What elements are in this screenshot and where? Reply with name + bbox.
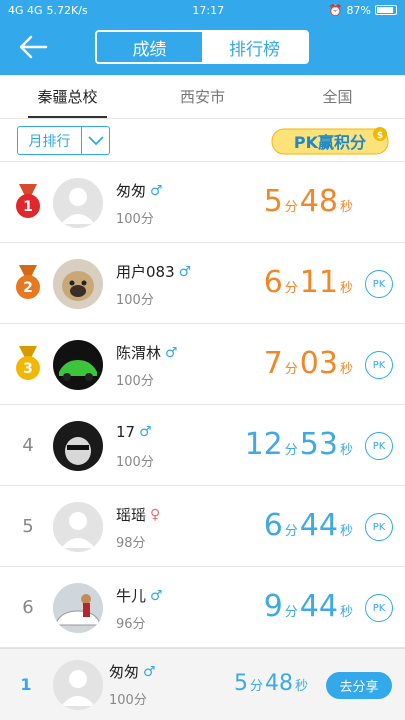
- battery-percent: 87%: [346, 3, 371, 17]
- leaderboard-row[interactable]: 6 牛儿 ♂ 96分 9 分 44 秒 PK: [0, 567, 405, 648]
- svg-text:3: 3: [23, 361, 33, 377]
- my-name: 匆匆: [109, 663, 140, 681]
- pk-button[interactable]: PK: [365, 351, 393, 379]
- male-icon: ♂: [139, 424, 152, 440]
- svg-text:PK赢积分: PK赢积分: [294, 133, 366, 152]
- completion-time: 7 分 03 秒: [263, 346, 353, 381]
- leaderboard-row[interactable]: 2 用户083 ♂ 100分 6 分 11 秒 PK: [0, 243, 405, 324]
- gold-medal-icon: 3: [10, 324, 46, 404]
- female-icon: ♀: [150, 506, 161, 523]
- avatar: [53, 340, 103, 390]
- svg-text:1: 1: [23, 199, 33, 215]
- pk-win-points-badge[interactable]: PK赢积分 $: [270, 124, 392, 158]
- tab-school[interactable]: 秦疆总校: [0, 75, 135, 118]
- user-name: 17: [116, 423, 136, 441]
- pk-button[interactable]: PK: [365, 513, 393, 541]
- user-score: 100分: [116, 212, 154, 227]
- male-icon: ♂: [143, 663, 156, 680]
- avatar: [53, 583, 103, 633]
- rank-number: 5: [22, 515, 34, 537]
- user-name: 牛儿: [116, 587, 147, 605]
- app-header: 成绩 排行榜: [0, 20, 405, 75]
- leaderboard-list: 1 匆匆 ♂ 100分 5 分 48 秒 2 用户083 ♂ 100分 6 分 11 秒 PK: [0, 162, 405, 648]
- my-completion-time: 5 分 48 秒: [233, 671, 308, 696]
- male-icon: ♂: [178, 263, 192, 280]
- svg-text:$: $: [377, 131, 383, 141]
- avatar: [53, 178, 103, 228]
- user-name: 用户083: [116, 263, 175, 281]
- alarm-icon: ⏰: [328, 3, 343, 17]
- pk-button[interactable]: PK: [365, 432, 393, 460]
- my-rank-number: 1: [20, 675, 32, 694]
- rank-number: 6: [22, 596, 34, 618]
- completion-time: 9 分 44 秒: [263, 589, 353, 624]
- user-score: 98分: [116, 536, 146, 551]
- completion-time: 6 分 11 秒: [263, 265, 353, 300]
- segment-leaderboard[interactable]: 排行榜: [202, 32, 307, 62]
- avatar: [53, 660, 103, 710]
- battery-icon: [375, 5, 397, 15]
- chevron-down-icon: [81, 127, 109, 154]
- avatar: [53, 502, 103, 552]
- user-name: 陈渭林: [116, 344, 162, 362]
- user-score: 100分: [116, 293, 154, 308]
- completion-time: 12 分 53 秒: [244, 427, 353, 462]
- rank-number: 4: [22, 434, 34, 456]
- my-score: 100分: [109, 693, 147, 708]
- leaderboard-row[interactable]: 4 17 ♂ 100分 12 分 53 秒 PK: [0, 405, 405, 486]
- pk-button[interactable]: PK: [365, 270, 393, 298]
- completion-time: 6 分 44 秒: [263, 508, 353, 543]
- user-score: 96分: [116, 617, 146, 632]
- user-score: 100分: [116, 374, 154, 389]
- filter-bar: 月排行 PK赢积分 $: [0, 119, 405, 162]
- share-button[interactable]: 去分享: [326, 672, 392, 699]
- scope-tabs: 秦疆总校 西安市 全国: [0, 75, 405, 119]
- user-score: 100分: [116, 455, 154, 470]
- my-ranking-footer: 1 匆匆 ♂ 100分 5 分 48 秒 去分享: [0, 648, 405, 720]
- leaderboard-row[interactable]: 3 陈渭林 ♂ 100分 7 分 03 秒 PK: [0, 324, 405, 405]
- network-indicator: 4G 4G: [8, 3, 43, 17]
- segment-scores[interactable]: 成绩: [97, 32, 202, 62]
- svg-text:2: 2: [23, 280, 33, 296]
- segmented-control: 成绩 排行榜: [95, 30, 309, 64]
- user-name: 瑶瑶: [116, 506, 147, 524]
- leaderboard-row[interactable]: 1 匆匆 ♂ 100分 5 分 48 秒: [0, 162, 405, 243]
- tab-national[interactable]: 全国: [270, 75, 405, 118]
- avatar: [53, 259, 103, 309]
- back-arrow-icon[interactable]: [16, 32, 50, 62]
- completion-time: 5 分 48 秒: [263, 184, 353, 219]
- male-icon: ♂: [165, 344, 178, 361]
- male-icon: ♂: [150, 182, 163, 199]
- network-speed: 5.72K/s: [46, 3, 88, 17]
- user-name: 匆匆: [116, 182, 147, 200]
- status-bar: 4G 4G 5.72K/s 17:17 ⏰ 87%: [0, 0, 405, 20]
- tab-city[interactable]: 西安市: [135, 75, 270, 118]
- period-dropdown[interactable]: 月排行: [17, 126, 110, 155]
- leaderboard-row[interactable]: 5 瑶瑶 ♀ 98分 6 分 44 秒 PK: [0, 486, 405, 567]
- gold-red-medal-icon: 1: [10, 162, 46, 242]
- male-icon: ♂: [150, 587, 163, 604]
- clock: 17:17: [192, 3, 225, 17]
- orange-medal-icon: 2: [10, 243, 46, 323]
- pk-button[interactable]: PK: [365, 594, 393, 622]
- avatar: [53, 421, 103, 471]
- period-dropdown-label: 月排行: [28, 133, 71, 150]
